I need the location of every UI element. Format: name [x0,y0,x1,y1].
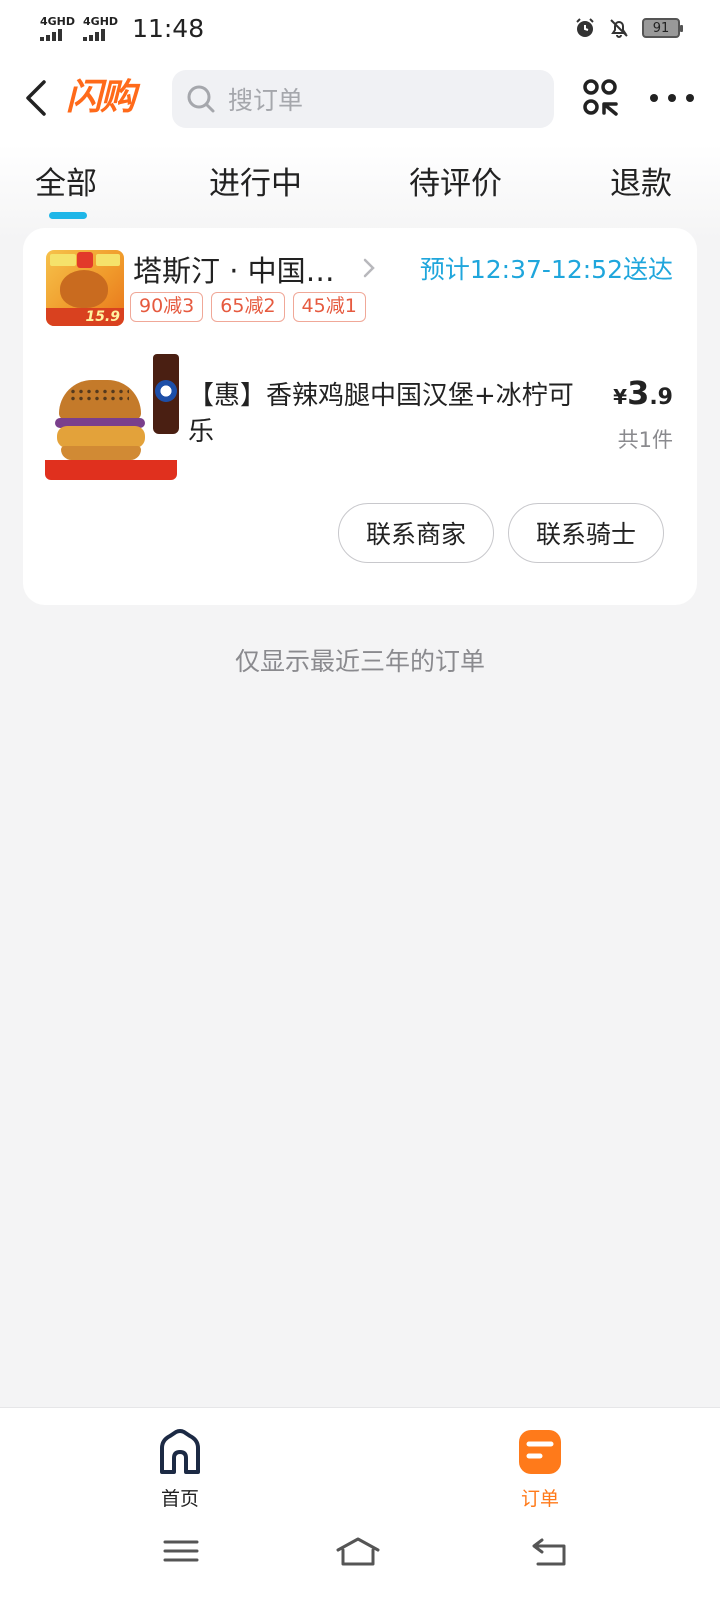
order-tabs: 全部 进行中 待评价 退款 [0,158,720,222]
scan-icon[interactable] [582,78,622,118]
search-placeholder: 搜订单 [228,86,304,115]
bottom-nav: 首页 订单 [0,1407,720,1600]
price-decimal: .9 [649,385,673,410]
contact-rider-button[interactable]: 联系骑士 [508,503,664,563]
tab-in-progress[interactable]: 进行中 [209,158,302,203]
alarm-icon [576,18,594,37]
nav-orders-label: 订单 [520,1488,559,1510]
app-logo[interactable]: 闪购 [66,76,136,120]
home-system-icon[interactable] [333,1534,383,1568]
orders-icon [519,1430,561,1474]
signal-indicator-1: 4GHD [40,14,76,41]
delivery-eta: 预计12:37-12:52送达 [419,255,673,284]
active-tab-indicator [49,212,87,219]
chevron-right-icon[interactable] [361,256,377,280]
contact-merchant-button[interactable]: 联系商家 [338,503,494,563]
back-system-icon[interactable] [530,1534,570,1568]
history-footnote: 仅显示最近三年的订单 [234,647,485,676]
item-title[interactable]: 【惠】香辣鸡腿中国汉堡+冰柠可乐 [188,378,593,450]
store-logo-image[interactable]: 15.9 [46,250,124,326]
tab-to-review[interactable]: 待评价 [409,158,502,203]
status-bar: 4GHD 4GHD 11:48 91 [0,0,720,56]
header: 闪购 搜订单 [0,66,720,130]
promo-tag: 45减1 [292,292,366,322]
order-card[interactable]: 15.9 塔斯汀 · 中国… 预计12:37-12:52送达 90减3 65减2… [23,228,697,605]
price-currency: ¥ [613,385,628,409]
price-integer: 3 [627,374,650,412]
signal-bars-icon [40,28,62,41]
store-thumb-price: 15.9 [85,309,120,325]
item-price: ¥3.9 [613,374,673,412]
search-icon [187,85,215,113]
nav-home-label: 首页 [160,1488,199,1510]
menu-icon[interactable] [161,1534,201,1568]
signal-bars-icon [83,28,106,41]
promo-tags: 90减3 65减2 45减1 [130,292,366,322]
item-quantity: 共1件 [617,428,673,452]
system-navigation-bar [0,1510,720,1580]
signal-indicator-2: 4GHD [83,14,119,41]
home-icon [160,1429,200,1474]
status-time: 11:48 [132,13,205,43]
notifications-off-icon [610,19,628,38]
back-arrow-icon[interactable] [18,76,54,120]
search-input[interactable]: 搜订单 [172,70,554,128]
more-options-icon[interactable] [650,86,694,110]
network-type-label: 4GHD [83,14,119,28]
promo-tag: 90减3 [130,292,204,322]
nav-orders[interactable]: 订单 [490,1426,590,1511]
promo-tag: 65减2 [211,292,285,322]
tab-refund[interactable]: 退款 [610,158,672,203]
battery-icon: 91 [642,18,683,38]
tab-all[interactable]: 全部 [35,158,97,203]
item-image[interactable] [45,354,179,482]
store-name[interactable]: 塔斯汀 · 中国… [133,248,343,290]
nav-home[interactable]: 首页 [130,1426,230,1511]
battery-level: 91 [652,20,670,36]
network-type-label: 4GHD [40,14,76,28]
